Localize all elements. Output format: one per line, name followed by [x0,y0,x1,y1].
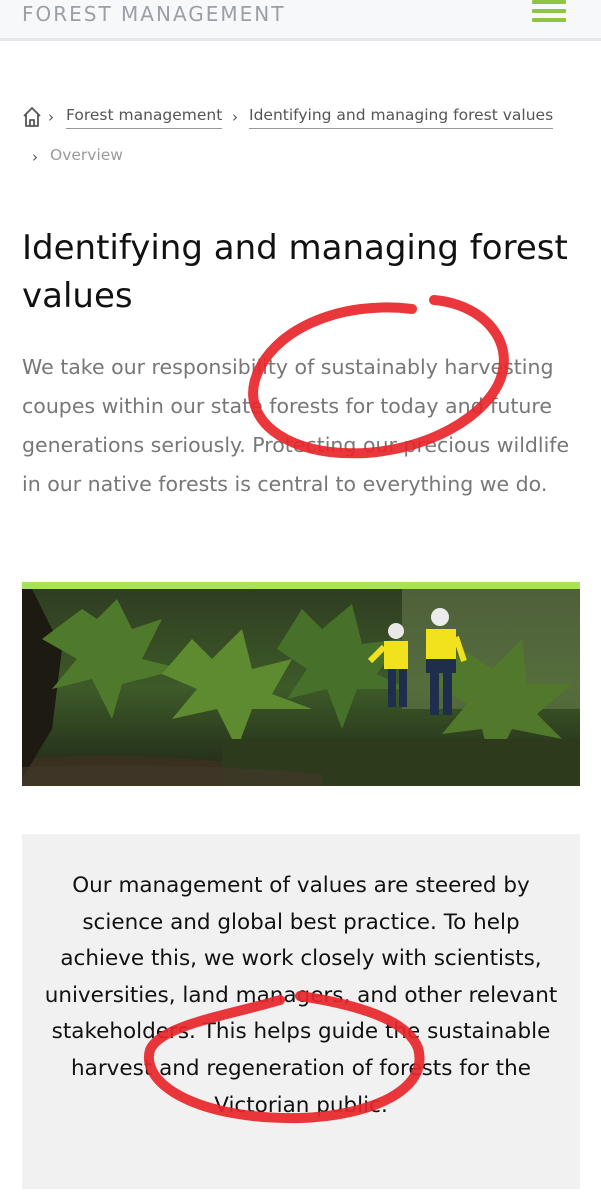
intro-paragraph: We take our responsibility of sustainabl… [22,355,570,496]
site-header: FOREST MANAGEMENT [0,0,601,41]
chevron-right-icon: › [48,108,54,126]
breadcrumb-forest-management[interactable]: Forest management [66,106,223,129]
site-brand[interactable]: FOREST MANAGEMENT [22,2,285,26]
breadcrumb-identifying-values[interactable]: Identifying and managing forest values [249,106,554,129]
breadcrumb: › Forest management › Identifying and ma… [22,104,582,184]
page-title-line: Identifying and managing forest [22,228,568,268]
page-title-line: values [22,276,133,316]
page-title: Identifying and managing forest values [22,224,582,320]
chevron-right-icon: › [32,148,38,166]
callout-text: Our management of values are steered by … [44,873,558,1118]
home-icon[interactable] [22,106,42,128]
hamburger-menu-icon[interactable] [532,0,566,26]
callout-box: Our management of values are steered by … [22,834,580,1189]
hero-image [22,582,580,793]
chevron-right-icon: › [232,108,238,126]
breadcrumb-current: Overview [50,146,123,164]
